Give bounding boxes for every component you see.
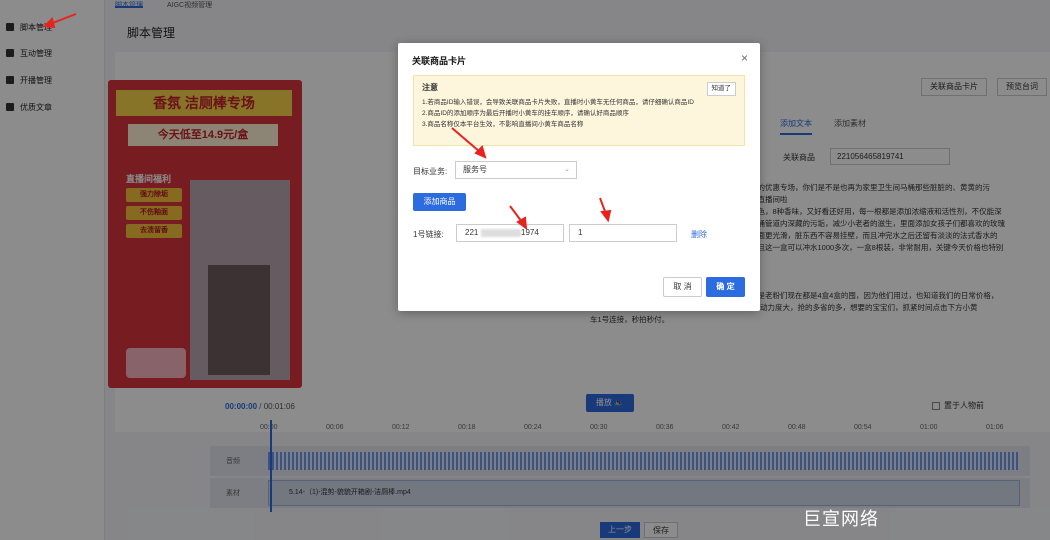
annotation-arrows	[42, 13, 612, 231]
watermark: 巨宣网络	[803, 509, 879, 529]
arrow-head	[42, 17, 56, 29]
arrow-head	[600, 209, 612, 223]
arrow-line	[451, 127, 481, 153]
